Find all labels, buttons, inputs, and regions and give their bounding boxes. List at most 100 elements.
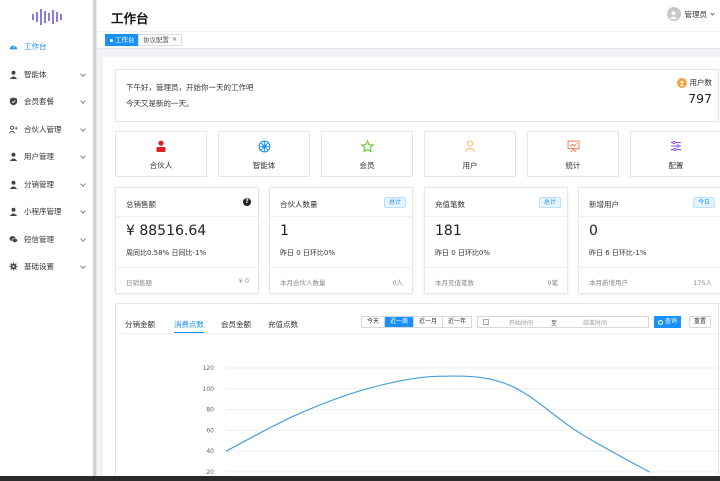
sidebar-item-4[interactable]: 用户管理 [0,143,96,171]
tab-label: 工作台 [115,36,135,44]
sidebar-item-0[interactable]: 工作台 [0,33,96,61]
user-outline-icon [464,140,476,152]
chart-tab-recharge-points[interactable]: 充值点数 [268,319,298,330]
range-week-button[interactable]: 近一周 [385,317,415,327]
presentation-icon [567,140,579,153]
sliders-icon [671,140,681,152]
greeting-text: 下午好，管理员，开始你一天的工作吧 [126,83,254,92]
user-icon [8,179,18,189]
sidebar-item-label: 用户管理 [24,152,54,162]
sidebar-item-8[interactable]: 基础设置 [0,253,96,281]
gear-icon [8,262,18,272]
quick-link-member[interactable]: 会员 [321,131,413,177]
quick-link-user[interactable]: 用户 [424,131,516,177]
reset-button[interactable]: 重置 [689,316,712,328]
tab-protocol-config[interactable]: 协议配置 × [138,34,183,46]
tab-dashboard[interactable]: 工作台 [105,34,140,46]
y-tick-label: 20 [206,469,214,476]
stat-card-partners: 合伙人数量 总计 1 昨日 0 日环比0% 本月合伙人数量 0人 [269,187,413,294]
quick-link-config[interactable]: 配置 [630,131,720,177]
active-dot-icon [110,38,113,42]
sidebar-item-6[interactable]: 小程序管理 [0,198,96,226]
tabs-bar: 工作台 协议配置 × [97,32,720,49]
date-separator: 至 [551,319,558,327]
chart-tab-consumption-points[interactable]: 消费点数 [174,319,204,330]
stat-compare: 昨日 0 日环比0% [280,249,336,257]
query-button[interactable]: 查询 [654,316,682,328]
chart-tab-distribution-amount[interactable]: 分销金额 [125,319,155,330]
sidebar-item-1[interactable]: 智能体 [0,61,96,89]
range-month-button[interactable]: 近一月 [414,317,444,327]
person-icon [156,140,166,152]
header: 工作台 管理员 [97,0,720,32]
chart-tab-member-amount[interactable]: 会员金额 [221,319,251,330]
chart-card: 分销金额 消费点数 会员金额 充值点数 今天 近一周 近一月 近一年 开始时间 … [115,303,720,481]
sidebar-item-5[interactable]: 分销管理 [0,171,96,199]
avatar[interactable] [666,7,681,21]
stat-foot-value: 9笔 [547,279,558,287]
stat-compare: 昨日 6 日环比-1% [589,249,647,257]
range-year-button[interactable]: 近一年 [443,317,472,327]
user-menu[interactable]: 管理员 [666,7,715,21]
sidebar-item-label: 会员套餐 [24,97,54,107]
quick-link-partner[interactable]: 合伙人 [115,131,207,177]
dashboard-icon [8,42,18,52]
message-icon [8,234,18,244]
user-count-icon [676,77,687,88]
sidebar-item-3[interactable]: 合伙人管理 [0,116,96,144]
sidebar-menu: 工作台 智能体会员套餐合伙人管理用户管理分销管理小程序管理短信管理基础设置 [0,33,96,281]
greeting-subtext: 今天又是新的一天。 [126,99,194,108]
stat-foot-label: 日销售额 [126,279,152,287]
quick-link-stats[interactable]: 统计 [527,131,619,177]
wheel-icon [258,140,270,153]
quick-link-agent[interactable]: 智能体 [218,131,310,177]
line-chart: 20 40 60 80 100 120 [203,365,720,476]
tab-label: 协议配置 [143,36,169,44]
stat-tag: 今日 [692,197,715,208]
stat-foot-label: 本月合伙人数量 [280,279,326,287]
waveform-logo-icon [32,8,62,25]
user-icon [8,152,18,162]
user-count: 用户数 797 [676,77,712,106]
close-icon[interactable]: × [172,34,177,46]
stat-title: 总销售额 [126,200,156,209]
stat-value: 0 [589,223,598,239]
date-range-picker[interactable]: 开始时间 至 结束时间 [477,316,649,328]
star-icon [360,140,374,153]
calendar-icon [483,319,489,325]
start-date-input[interactable]: 开始时间 [509,318,533,327]
sidebar-item-label: 小程序管理 [24,207,62,217]
help-icon[interactable]: ? [243,198,251,206]
stat-tag: 总计 [538,197,561,208]
sidebar-item-7[interactable]: 短信管理 [0,226,96,254]
query-label: 查询 [665,318,678,325]
y-tick-label: 120 [203,365,215,372]
stat-title: 新增用户 [589,200,619,209]
logo[interactable] [0,0,96,33]
sidebar-item-label: 基础设置 [24,262,54,272]
stat-foot-label: 本月充值笔数 [435,279,474,287]
user-count-value: 797 [688,91,712,106]
partner-icon [8,124,18,134]
stat-value: 1 [280,223,289,239]
range-button-group: 今天 近一周 近一月 近一年 [361,316,473,328]
stat-title: 充值笔数 [435,200,465,209]
chevron-down-icon [710,10,715,16]
stat-value: 181 [435,223,462,239]
quick-link-label: 统计 [565,161,581,170]
user-icon [8,207,18,217]
end-date-input[interactable]: 结束时间 [583,318,607,327]
stat-compare: 昨日 0 日环比0% [435,249,491,257]
stat-value: ¥ 88516.64 [126,223,207,239]
shield-icon [8,97,18,107]
y-tick-label: 80 [206,407,214,414]
range-today-button[interactable]: 今天 [362,317,386,327]
user-icon [8,69,18,79]
stat-foot-value: 0人 [392,279,403,287]
stat-card-recharges: 充值笔数 总计 181 昨日 0 日环比0% 本月充值笔数 9笔 [424,187,568,294]
sidebar-item-2[interactable]: 会员套餐 [0,88,96,116]
y-tick-label: 40 [206,448,214,455]
quick-link-label: 用户 [462,161,478,170]
stat-foot-value: 175人 [693,279,712,287]
sidebar-scrollbar[interactable] [93,0,96,481]
